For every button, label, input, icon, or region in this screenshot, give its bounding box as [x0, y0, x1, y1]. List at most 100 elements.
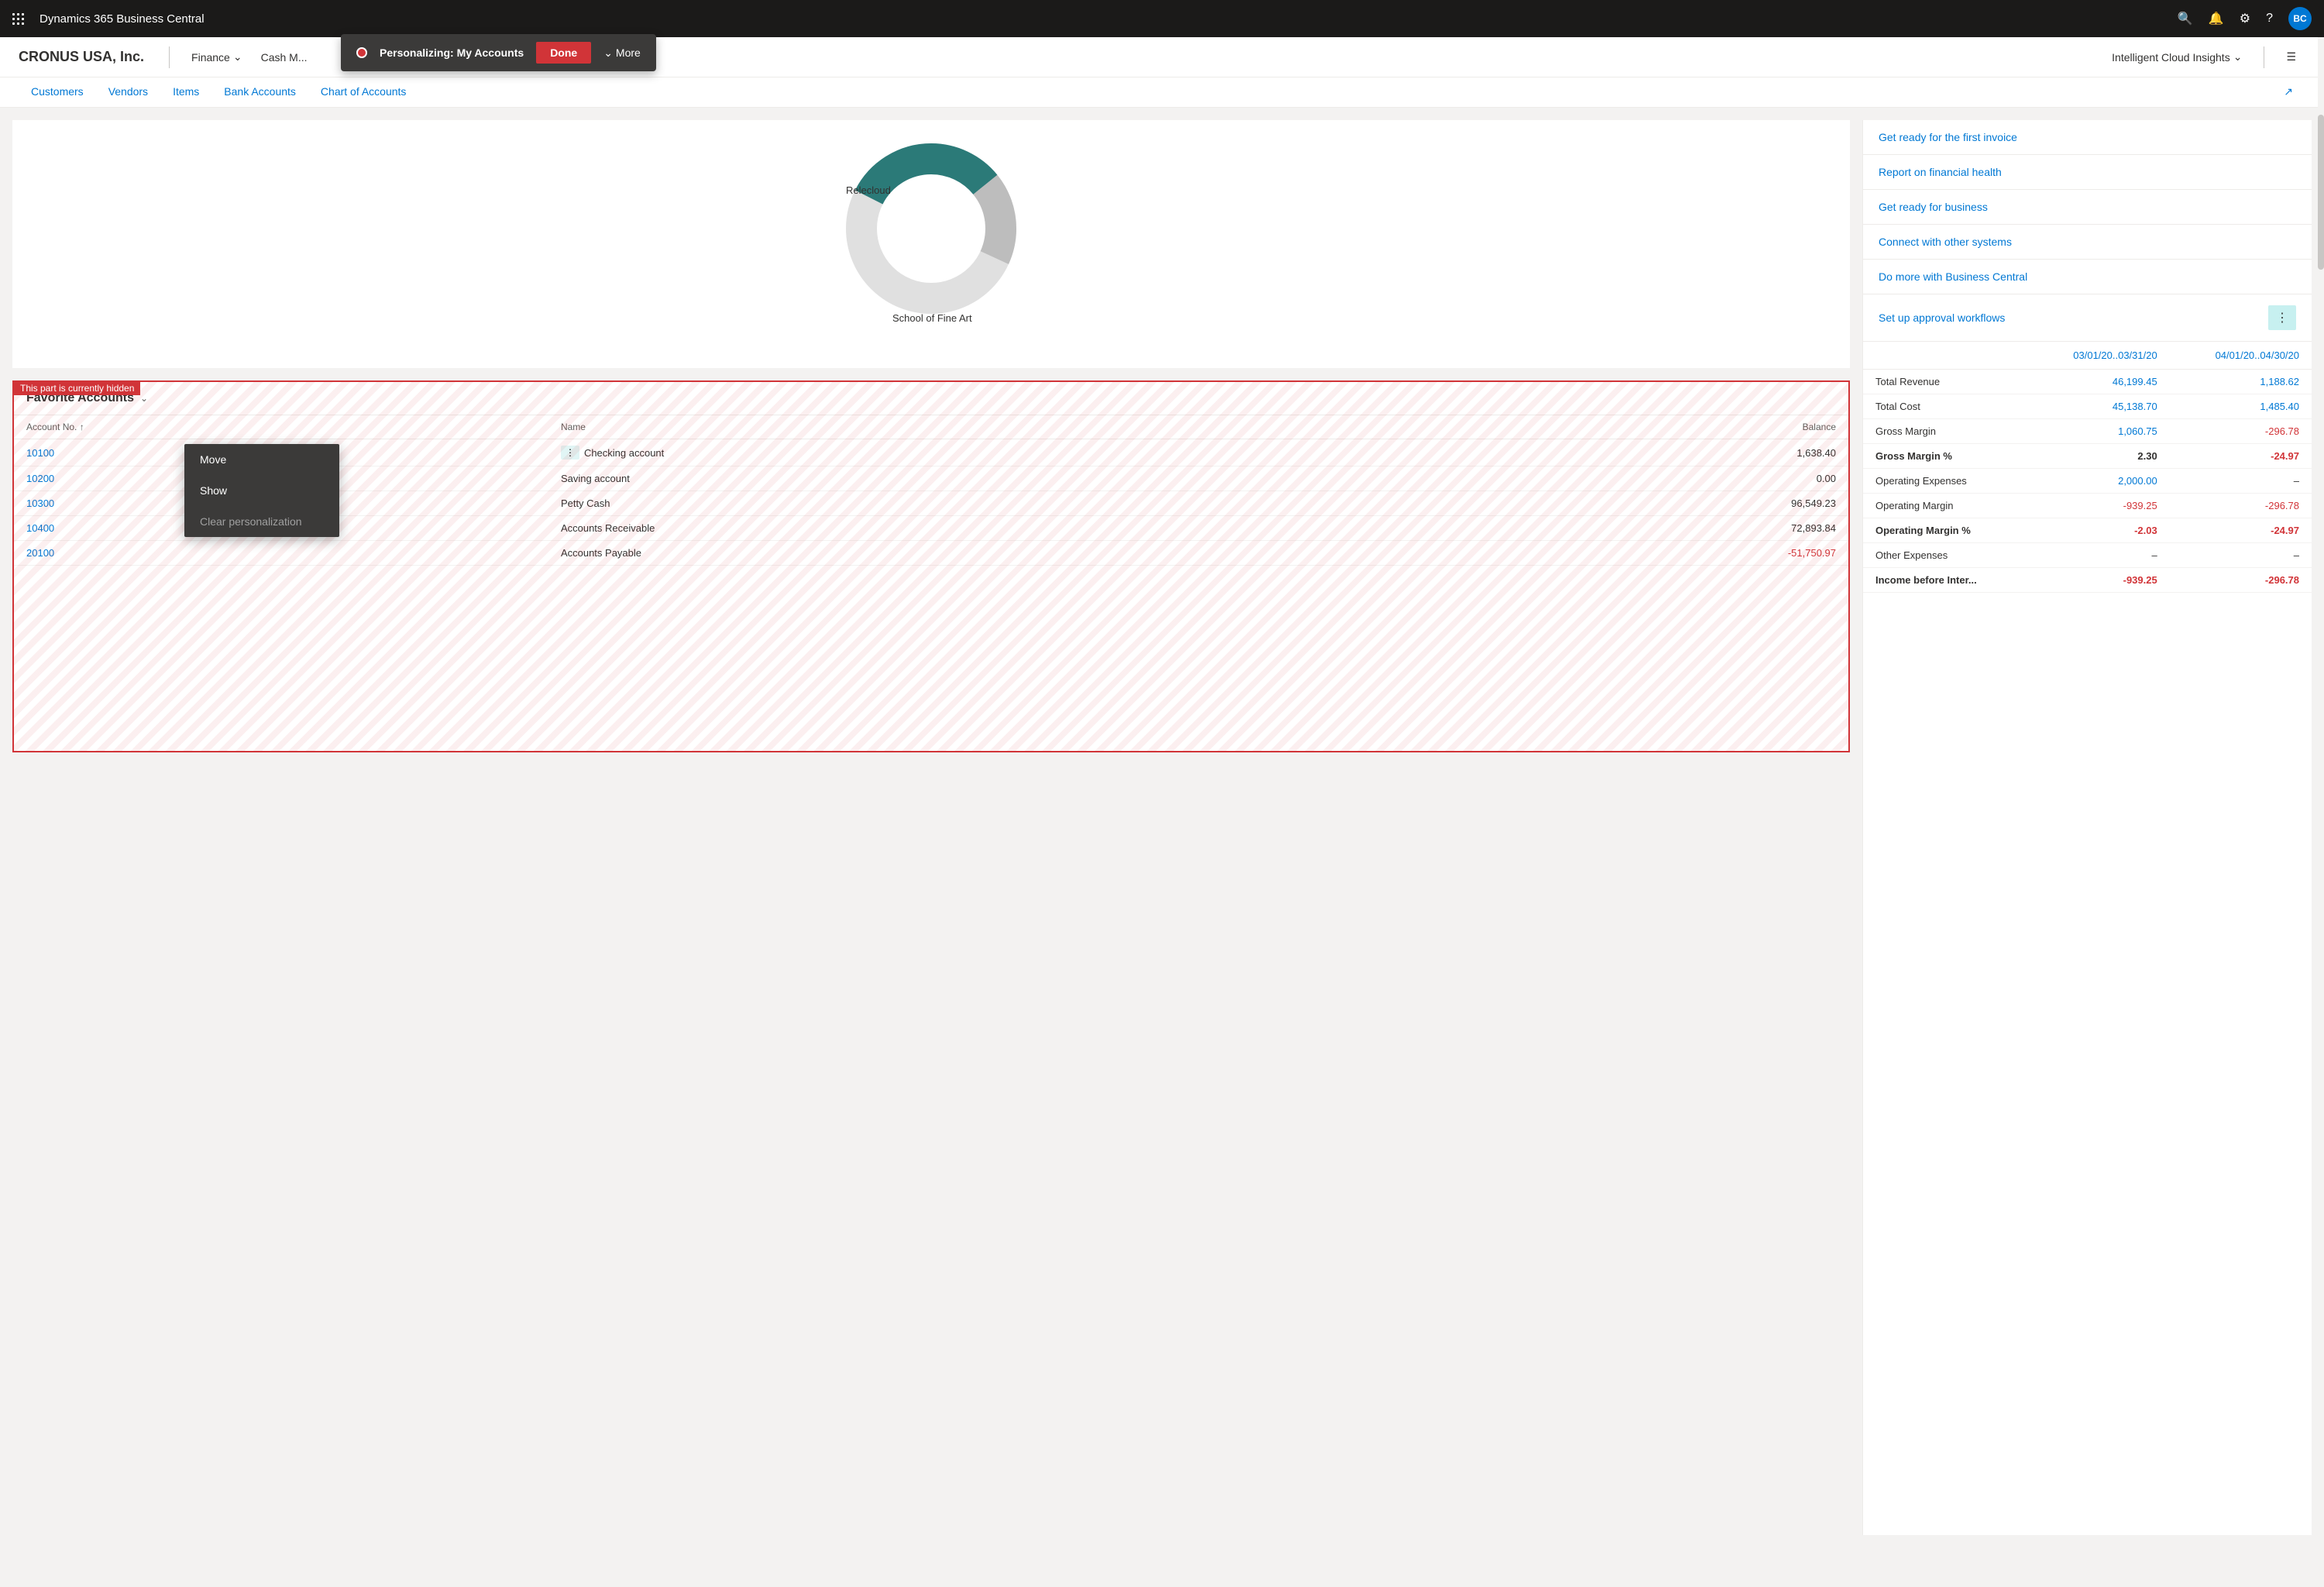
fin-val2: – [2170, 543, 2312, 568]
fin-val1: – [2027, 543, 2169, 568]
fin-val2: -296.78 [2170, 494, 2312, 518]
gs-item-3[interactable]: Connect with other systems [1863, 225, 2312, 260]
company-name[interactable]: CRONUS USA, Inc. [19, 49, 144, 65]
account-name: Accounts Receivable [548, 516, 1377, 541]
account-balance: -51,750.97 [1377, 541, 1848, 566]
personalizing-text: Personalizing: My Accounts [380, 46, 524, 59]
tab-vendors[interactable]: Vendors [96, 77, 160, 107]
fin-col-1[interactable]: 03/01/20..03/31/20 [2027, 342, 2169, 370]
done-button[interactable]: Done [536, 42, 591, 64]
notification-icon[interactable]: 🔔 [2209, 11, 2224, 26]
help-icon[interactable]: ? [2266, 12, 2273, 26]
tab-customers[interactable]: Customers [19, 77, 96, 107]
fin-val2: -24.97 [2170, 518, 2312, 543]
fin-val1: 2.30 [2027, 444, 2169, 469]
fin-col-2[interactable]: 04/01/20..04/30/20 [2170, 342, 2312, 370]
svg-text:School of Fine Art: School of Fine Art [892, 312, 972, 324]
scrollbar[interactable] [2318, 37, 2324, 1587]
account-balance: 0.00 [1377, 466, 1848, 491]
fin-val1: 1,060.75 [2027, 419, 2169, 444]
gs-item-1[interactable]: Report on financial health [1863, 155, 2312, 190]
left-panel: Relecloud School of Fine Art This part i… [0, 108, 1862, 1547]
app-title: Dynamics 365 Business Central [40, 12, 2168, 26]
fin-row-7: Other Expenses – – [1863, 543, 2312, 568]
context-show[interactable]: Show [184, 475, 339, 506]
main-content: Relecloud School of Fine Art This part i… [0, 108, 2324, 1547]
settings-icon[interactable]: ⚙ [2240, 11, 2250, 26]
hidden-section: This part is currently hidden Favorite A… [12, 380, 1850, 752]
fin-val1: 2,000.00 [2027, 469, 2169, 494]
fin-label: Total Revenue [1863, 370, 2027, 394]
fin-val2: -24.97 [2170, 444, 2312, 469]
app-grid-icon[interactable] [12, 13, 24, 25]
fin-row-8: Income before Inter... -939.25 -296.78 [1863, 568, 2312, 593]
chevron-icon: ⌄ [140, 393, 148, 404]
account-name: Accounts Payable [548, 541, 1377, 566]
gs-item-4[interactable]: Do more with Business Central [1863, 260, 2312, 294]
fin-val2: -296.78 [2170, 568, 2312, 593]
fin-label: Gross Margin % [1863, 444, 2027, 469]
account-no[interactable]: 20100 [14, 541, 548, 566]
more-button[interactable]: ⌄ More [603, 46, 641, 60]
nav-intelligent-cloud[interactable]: Intelligent Cloud Insights ⌄ [2102, 37, 2251, 77]
hidden-label: This part is currently hidden [14, 381, 140, 395]
gs-item-0[interactable]: Get ready for the first invoice [1863, 120, 2312, 155]
tab-items[interactable]: Items [160, 77, 211, 107]
fin-label: Income before Inter... [1863, 568, 2027, 593]
fin-row-6: Operating Margin % -2.03 -24.97 [1863, 518, 2312, 543]
gs-dots-button[interactable]: ⋮ [2268, 305, 2296, 330]
fin-val1: 45,138.70 [2027, 394, 2169, 419]
right-panel: Get ready for the first invoice Report o… [1862, 120, 2312, 1535]
expand-icon[interactable]: ↗ [2271, 77, 2305, 107]
fin-label: Operating Margin [1863, 494, 2027, 518]
nav-cash[interactable]: Cash M... [252, 37, 317, 77]
donut-area: Relecloud School of Fine Art [12, 120, 1850, 368]
gs-item-2[interactable]: Get ready for business [1863, 190, 2312, 225]
top-bar: Dynamics 365 Business Central 🔍 🔔 ⚙ ? BC [0, 0, 2324, 37]
donut-chart: Relecloud School of Fine Art [823, 136, 1040, 353]
account-balance: 72,893.84 [1377, 516, 1848, 541]
nav-finance[interactable]: Finance ⌄ [182, 37, 252, 77]
context-menu: Move Show Clear personalization [184, 444, 339, 537]
chevron-down-icon: ⌄ [233, 50, 242, 64]
chevron-down-icon: ⌄ [603, 46, 613, 60]
search-icon[interactable]: 🔍 [2178, 11, 2193, 26]
col-account-no[interactable]: Account No. ↑ [14, 415, 548, 439]
fin-col-label [1863, 342, 2027, 370]
fin-val2: -296.78 [2170, 419, 2312, 444]
fin-table-container: 03/01/20..03/31/20 04/01/20..04/30/20 To… [1863, 342, 2312, 593]
row-dots-button[interactable]: ⋮ [561, 446, 579, 460]
context-move[interactable]: Move [184, 444, 339, 475]
personalizing-dot [356, 47, 367, 58]
fin-val1: 46,199.45 [2027, 370, 2169, 394]
fin-label: Operating Expenses [1863, 469, 2027, 494]
nav-hamburger[interactable]: ☰ [2277, 37, 2305, 77]
fin-row-2: Gross Margin 1,060.75 -296.78 [1863, 419, 2312, 444]
fin-label: Other Expenses [1863, 543, 2027, 568]
section-header: Favorite Accounts ⌄ [14, 382, 1848, 415]
fin-row-5: Operating Margin -939.25 -296.78 [1863, 494, 2312, 518]
fin-val2: – [2170, 469, 2312, 494]
fin-val1: -939.25 [2027, 494, 2169, 518]
avatar[interactable]: BC [2288, 7, 2312, 30]
tab-chart-of-accounts[interactable]: Chart of Accounts [308, 77, 419, 107]
context-clear[interactable]: Clear personalization [184, 506, 339, 537]
account-name: Saving account [548, 466, 1377, 491]
account-balance: 96,549.23 [1377, 491, 1848, 516]
col-name[interactable]: Name [548, 415, 1377, 439]
tab-bank-accounts[interactable]: Bank Accounts [211, 77, 308, 107]
svg-text:Relecloud: Relecloud [846, 184, 891, 196]
hamburger-icon: ☰ [2286, 50, 2296, 64]
account-name: Petty Cash [548, 491, 1377, 516]
gs-item-5[interactable]: Set up approval workflows ⋮ [1863, 294, 2312, 342]
fin-label: Total Cost [1863, 394, 2027, 419]
fin-row-1: Total Cost 45,138.70 1,485.40 [1863, 394, 2312, 419]
fin-label: Gross Margin [1863, 419, 2027, 444]
fin-val2: 1,485.40 [2170, 394, 2312, 419]
fin-table: 03/01/20..03/31/20 04/01/20..04/30/20 To… [1863, 342, 2312, 593]
scrollbar-thumb[interactable] [2318, 115, 2324, 270]
fin-row-0: Total Revenue 46,199.45 1,188.62 [1863, 370, 2312, 394]
fin-val1: -939.25 [2027, 568, 2169, 593]
personalizing-bar: Personalizing: My Accounts Done ⌄ More [341, 34, 656, 71]
col-balance[interactable]: Balance [1377, 415, 1848, 439]
